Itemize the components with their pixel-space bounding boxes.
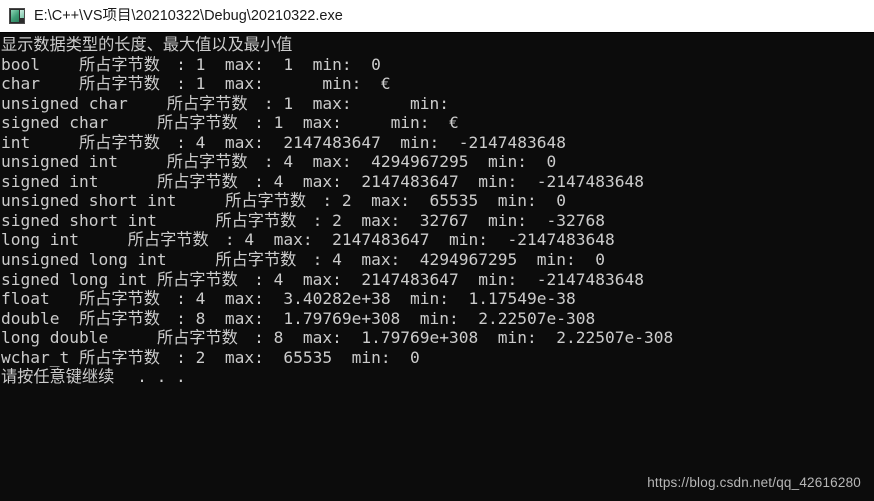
window-titlebar[interactable]: E:\C++\VS项目\20210322\Debug\20210322.exe <box>0 0 874 33</box>
window-title: E:\C++\VS项目\20210322\Debug\20210322.exe <box>34 7 343 24</box>
console-line: 请按任意键继续. . . <box>1 367 186 387</box>
console-line: unsigned int 所占字节数: 4 max: 4294967295 mi… <box>1 152 557 172</box>
console-line: signed int 所占字节数: 4 max: 2147483647 min:… <box>1 171 644 191</box>
console-window: E:\C++\VS项目\20210322\Debug\20210322.exe … <box>0 0 874 501</box>
console-line: char 所占字节数: 1 max: min: € <box>1 74 391 94</box>
console-line: unsigned char 所占字节数: 1 max: min: <box>1 93 459 113</box>
console-line: signed long int 所占字节数: 4 max: 2147483647… <box>1 269 644 289</box>
console-line: double 所占字节数: 8 max: 1.79769e+308 min: 2… <box>1 308 596 328</box>
console-line: int 所占字节数: 4 max: 2147483647 min: -21474… <box>1 132 566 152</box>
console-line: long double 所占字节数: 8 max: 1.79769e+308 m… <box>1 328 674 348</box>
console-line: 显示数据类型的长度、最大值以及最小值 <box>1 35 293 54</box>
console-line: bool 所占字节数: 1 max: 1 min: 0 <box>1 54 381 74</box>
console-text: 显示数据类型的长度、最大值以及最小值 bool 所占字节数: 1 max: 1 m… <box>0 34 874 387</box>
console-line: unsigned long int 所占字节数: 4 max: 42949672… <box>1 250 605 270</box>
console-line: unsigned short int 所占字节数: 2 max: 65535 m… <box>1 191 566 211</box>
console-line: signed char 所占字节数: 1 max: min: € <box>1 113 459 133</box>
console-line: float 所占字节数: 4 max: 3.40282e+38 min: 1.1… <box>1 289 576 309</box>
console-output-area[interactable]: 显示数据类型的长度、最大值以及最小值 bool 所占字节数: 1 max: 1 m… <box>0 34 874 501</box>
console-line: wchar_t 所占字节数: 2 max: 65535 min: 0 <box>1 347 420 367</box>
console-icon-bar <box>20 10 24 18</box>
watermark-url: https://blog.csdn.net/qq_42616280 <box>647 475 861 490</box>
console-line: signed short int 所占字节数: 2 max: 32767 min… <box>1 210 605 230</box>
console-window-icon <box>9 8 25 24</box>
console-icon-square <box>11 10 19 22</box>
console-line: long int 所占字节数: 4 max: 2147483647 min: -… <box>1 230 615 250</box>
